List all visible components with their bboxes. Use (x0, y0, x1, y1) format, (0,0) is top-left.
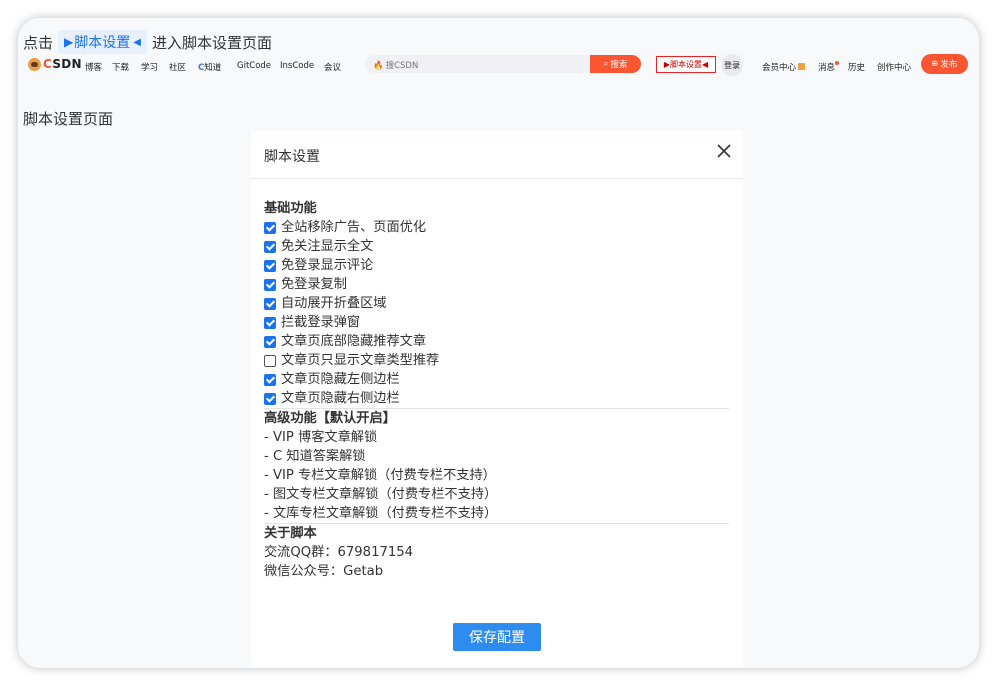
option-row[interactable]: 免登录复制 (264, 275, 729, 294)
csdn-logo[interactable]: CSDN (28, 57, 82, 71)
search-placeholder: 搜CSDN (385, 61, 419, 71)
option-row[interactable]: 自动展开折叠区域 (264, 294, 729, 313)
basic-section-title: 基础功能 (264, 201, 317, 216)
nav-download[interactable]: 下载 (112, 61, 129, 73)
advanced-section-title: 高级功能【默认开启】 (264, 411, 396, 426)
search-button[interactable]: ⌕ 搜索 (590, 55, 641, 73)
gift-icon (798, 63, 806, 70)
nav-history[interactable]: 历史 (848, 61, 865, 73)
option-label[interactable]: 自动展开折叠区域 (281, 294, 387, 313)
modal-title: 脚本设置 (264, 149, 320, 165)
save-button[interactable]: 保存配置 (453, 623, 541, 651)
nav-zhidao[interactable]: C知道 (198, 61, 221, 73)
option-label[interactable]: 文章页隐藏左侧边栏 (281, 370, 400, 389)
option-label[interactable]: 文章页隐藏右侧边栏 (281, 389, 400, 408)
instruction-suffix: 进入脚本设置页面 (151, 33, 272, 52)
option-checkbox[interactable] (264, 392, 276, 405)
publish-button[interactable]: ⊕ 发布 (921, 54, 968, 74)
vip-center-label: 会员中心 (762, 63, 797, 73)
nav-gitcode[interactable]: GitCode (237, 61, 271, 71)
chip-label: 脚本设置 (74, 35, 131, 51)
search-button-label: 搜索 (610, 60, 628, 70)
option-label[interactable]: 全站移除广告、页面优化 (281, 218, 426, 237)
advanced-item: - VIP 专栏文章解锁（付费专栏不支持） (264, 468, 496, 483)
nav-meeting[interactable]: 会议 (324, 61, 341, 73)
messages-label: 消息 (818, 63, 836, 73)
option-checkbox[interactable] (264, 316, 276, 329)
mascot-icon (28, 57, 41, 71)
option-row[interactable]: 文章页隐藏右侧边栏 (264, 389, 729, 408)
option-checkbox[interactable] (264, 221, 276, 234)
about-section-title: 关于脚本 (264, 526, 317, 541)
option-checkbox[interactable] (264, 297, 276, 310)
play-icon: ▶ (64, 35, 74, 49)
page-label: 脚本设置页面 (23, 110, 114, 128)
search-icon: ⌕ (603, 59, 609, 69)
logo-rest: SDN (52, 57, 82, 71)
nav-messages[interactable]: 消息 (818, 61, 840, 73)
script-settings-chip: ▶ 脚本设置 ◀ (58, 30, 147, 54)
option-row[interactable]: 拦截登录弹窗 (264, 313, 729, 332)
nav-zhidao-label: 知道 (204, 63, 222, 73)
option-checkbox[interactable] (264, 259, 276, 272)
advanced-item: - C 知道答案解锁 (264, 449, 366, 464)
nav-blog[interactable]: 博客 (85, 61, 102, 73)
script-settings-label: 脚本设置 (670, 60, 702, 69)
advanced-item: - 文库专栏文章解锁（付费专栏不支持） (264, 506, 498, 521)
flame-icon: 🔥 (373, 61, 384, 71)
option-label[interactable]: 免登录显示评论 (281, 256, 373, 275)
option-label[interactable]: 拦截登录弹窗 (281, 313, 360, 332)
option-label[interactable]: 文章页底部隐藏推荐文章 (281, 332, 426, 351)
option-checkbox[interactable] (264, 278, 276, 291)
csdn-toolbar: CSDN 博客 下载 学习 社区 C知道 GitCode InsCode 会议 … (28, 54, 973, 78)
option-row[interactable]: 文章页隐藏左侧边栏 (264, 370, 729, 389)
option-row[interactable]: 文章页只显示文章类型推荐 (264, 351, 729, 370)
close-icon[interactable] (715, 142, 733, 160)
qq-group: 交流QQ群：679817154 (264, 545, 414, 560)
option-checkbox[interactable] (264, 373, 276, 386)
option-label[interactable]: 免关注显示全文 (281, 237, 373, 256)
nav-learn[interactable]: 学习 (141, 61, 158, 73)
plus-circle-icon: ⊕ (931, 59, 939, 69)
modal-header: 脚本设置 (251, 131, 743, 179)
modal-body: 基础功能 全站移除广告、页面优化 免关注显示全文 免登录显示评论 免登录复制 自动展开折… (264, 199, 729, 581)
instruction-prefix: 点击 (23, 33, 54, 52)
search-box[interactable]: 🔥 搜CSDN ⌕ 搜索 (365, 55, 641, 73)
option-row[interactable]: 免关注显示全文 (264, 237, 729, 256)
option-label[interactable]: 文章页只显示文章类型推荐 (281, 351, 439, 370)
option-row[interactable]: 文章页底部隐藏推荐文章 (264, 332, 729, 351)
script-settings-button[interactable]: ▶ 脚本设置 ◀ (656, 56, 716, 73)
advanced-item: - 图文专栏文章解锁（付费专栏不支持） (264, 487, 498, 502)
option-label[interactable]: 免登录复制 (281, 275, 347, 294)
option-row[interactable]: 全站移除广告、页面优化 (264, 218, 729, 237)
option-checkbox[interactable] (264, 335, 276, 348)
nav-community[interactable]: 社区 (169, 61, 186, 73)
login-button[interactable]: 登录 (721, 54, 743, 76)
instruction-line: 点击 ▶ 脚本设置 ◀ 进入脚本设置页面 (23, 30, 272, 54)
caret-left-icon: ◀ (702, 60, 709, 69)
option-row[interactable]: 免登录显示评论 (264, 256, 729, 275)
nav-vip-center[interactable]: 会员中心 (762, 61, 806, 73)
advanced-list: - VIP 博客文章解锁 - C 知道答案解锁 - VIP 专栏文章解锁（付费专栏不… (264, 428, 729, 523)
notification-dot (835, 61, 840, 65)
basic-options: 全站移除广告、页面优化 免关注显示全文 免登录显示评论 免登录复制 自动展开折叠区域 拦截… (264, 218, 729, 408)
settings-modal: 脚本设置 基础功能 全站移除广告、页面优化 免关注显示全文 免登录显示评论 免登录复制… (251, 131, 743, 668)
nav-inscode[interactable]: InsCode (280, 61, 314, 71)
screenshot-frame: 点击 ▶ 脚本设置 ◀ 进入脚本设置页面 CSDN 博客 下载 学习 社区 C知… (18, 18, 979, 668)
option-checkbox[interactable] (264, 240, 276, 253)
caret-left-icon: ◀ (133, 36, 141, 48)
wechat-account: 微信公众号：Getab (264, 564, 384, 579)
nav-creator-center[interactable]: 创作中心 (877, 61, 911, 73)
logo-c: C (43, 57, 53, 71)
option-checkbox[interactable] (264, 354, 276, 367)
advanced-item: - VIP 博客文章解锁 (264, 430, 378, 445)
publish-label: 发布 (940, 60, 958, 70)
